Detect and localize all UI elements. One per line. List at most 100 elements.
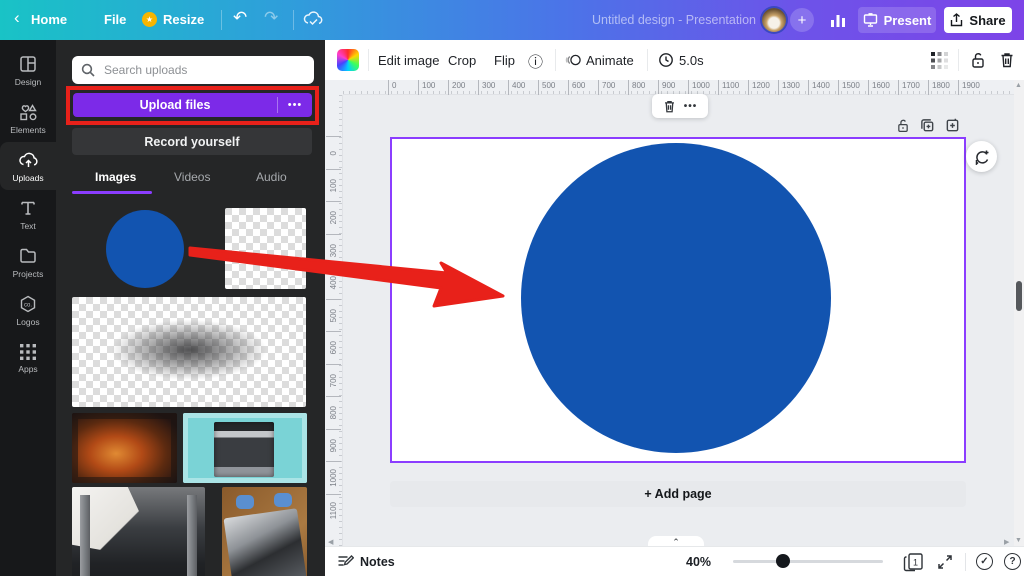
- sidebar-item-apps[interactable]: Apps: [0, 334, 56, 382]
- status-check-icon[interactable]: ✓: [976, 553, 993, 570]
- uploads-cloud-icon: [18, 150, 39, 170]
- upload-files-button[interactable]: Upload files •••: [73, 93, 312, 117]
- uploads-panel: Upload files ••• Record yourself Images …: [56, 40, 325, 576]
- insights-chart-icon[interactable]: [829, 11, 847, 29]
- duplicate-page-icon[interactable]: [920, 118, 935, 133]
- animate-button[interactable]: Animate: [586, 53, 634, 68]
- oven-rail: [187, 495, 197, 576]
- design-page[interactable]: [390, 137, 966, 463]
- divider: [647, 49, 648, 71]
- more-options-icon[interactable]: •••: [684, 101, 698, 112]
- resize-button[interactable]: Resize: [163, 12, 204, 27]
- present-button[interactable]: Present: [858, 7, 936, 33]
- sidebar-item-design[interactable]: Design: [0, 46, 56, 94]
- pages-indicator[interactable]: 1: [903, 552, 924, 572]
- lock-page-icon[interactable]: [896, 118, 910, 133]
- thumbnail-oven-cleaning-photo[interactable]: [72, 487, 205, 576]
- search-uploads-box[interactable]: [72, 56, 314, 84]
- scroll-right-icon[interactable]: ▶: [1004, 538, 1009, 546]
- thumbnail-blue-circle[interactable]: [106, 210, 184, 288]
- undo-icon[interactable]: ↶: [233, 8, 247, 28]
- scroll-up-icon[interactable]: ▲: [1015, 82, 1022, 89]
- position-transparency-icon[interactable]: [931, 52, 948, 69]
- upload-more-options-icon[interactable]: •••: [278, 99, 312, 111]
- divider: [555, 49, 556, 71]
- share-button[interactable]: Share: [944, 7, 1012, 33]
- tab-images[interactable]: Images: [95, 170, 136, 184]
- vertical-ruler-labels: 010020030040050060070080090010001100: [326, 136, 341, 526]
- sidebar-item-label: Text: [20, 221, 36, 231]
- home-button[interactable]: Home: [31, 12, 67, 27]
- ruler-label: 1600: [868, 80, 898, 95]
- tab-audio[interactable]: Audio: [256, 170, 287, 184]
- vertical-scrollbar-thumb[interactable]: [1016, 281, 1022, 311]
- crop-button[interactable]: Crop: [448, 53, 476, 68]
- ruler-label: 200: [448, 80, 478, 95]
- zoom-slider-knob[interactable]: [776, 554, 790, 568]
- add-page-icon[interactable]: [945, 118, 960, 133]
- page-number: 1: [913, 558, 918, 568]
- sidebar-item-projects[interactable]: Projects: [0, 238, 56, 286]
- ruler-label: 400: [508, 80, 538, 95]
- ruler-label: 1900: [958, 80, 988, 95]
- vertical-scrollbar[interactable]: ▲ ▼: [1014, 80, 1024, 546]
- sidebar-item-uploads[interactable]: Uploads: [0, 142, 56, 190]
- file-menu-button[interactable]: File: [104, 12, 126, 27]
- ruler-label: 300: [326, 234, 341, 267]
- ruler-label: 1800: [928, 80, 958, 95]
- flip-button[interactable]: Flip: [494, 53, 515, 68]
- sidebar-item-label: Elements: [10, 125, 45, 135]
- delete-element-icon[interactable]: [663, 99, 676, 114]
- help-button[interactable]: ?: [1004, 553, 1021, 570]
- thumbnail-shadow-image[interactable]: [72, 297, 306, 407]
- duration-button[interactable]: 5.0s: [679, 53, 704, 68]
- notes-button[interactable]: Notes: [360, 555, 395, 569]
- color-swatch-button[interactable]: [337, 49, 359, 71]
- search-uploads-input[interactable]: [102, 62, 305, 78]
- zoom-slider-track[interactable]: [733, 560, 883, 563]
- add-member-button[interactable]: +: [790, 8, 814, 32]
- edit-image-button[interactable]: Edit image: [378, 53, 439, 68]
- scroll-left-icon[interactable]: ◀: [328, 538, 333, 546]
- ruler-label: 1100: [326, 494, 341, 527]
- design-title[interactable]: Untitled design - Presentation: [592, 13, 756, 27]
- blue-circle-element[interactable]: [521, 143, 831, 453]
- bottom-bar: Notes 40% 1 ✓ ?: [325, 546, 1024, 576]
- ruler-label: 1700: [898, 80, 928, 95]
- thumbnail-oven-door-photo[interactable]: [222, 487, 307, 576]
- info-icon[interactable]: ⓘ: [528, 51, 543, 72]
- sidebar-item-logos[interactable]: co. Logos: [0, 286, 56, 334]
- thumbnail-oven-roast-photo[interactable]: [72, 413, 177, 483]
- elements-shapes-icon: [18, 102, 38, 122]
- notes-icon: [337, 554, 354, 570]
- tab-videos[interactable]: Videos: [174, 170, 210, 184]
- scroll-down-icon[interactable]: ▼: [1015, 537, 1022, 544]
- ruler-label: 500: [326, 299, 341, 332]
- present-label: Present: [884, 13, 932, 28]
- design-icon: [18, 54, 38, 74]
- active-tab-underline: [72, 191, 152, 194]
- ruler-label: 1000: [326, 461, 341, 494]
- search-icon: [81, 63, 95, 77]
- add-comment-button[interactable]: [966, 141, 997, 172]
- ruler-label: 0: [326, 136, 341, 169]
- back-chevron-icon[interactable]: ‹: [14, 8, 20, 28]
- animate-icon: [565, 52, 582, 68]
- delete-icon[interactable]: [999, 51, 1015, 69]
- fullscreen-icon[interactable]: [937, 554, 953, 570]
- avatar[interactable]: [762, 8, 786, 32]
- sidebar-item-elements[interactable]: Elements: [0, 94, 56, 142]
- add-page-button[interactable]: + Add page: [390, 481, 966, 507]
- page-controls: [896, 118, 960, 133]
- divider: [965, 553, 966, 571]
- redo-icon[interactable]: ↷: [264, 8, 278, 28]
- record-yourself-button[interactable]: Record yourself: [72, 128, 312, 155]
- cloud-saved-icon: [303, 10, 324, 29]
- element-mini-toolbar: •••: [652, 94, 708, 118]
- thumbnail-oven-product-selected[interactable]: [183, 413, 307, 483]
- zoom-value-label[interactable]: 40%: [686, 555, 711, 569]
- thumbnail-transparent-square[interactable]: [225, 208, 306, 289]
- sidebar-item-text[interactable]: Text: [0, 190, 56, 238]
- ruler-label: 100: [418, 80, 448, 95]
- unlock-icon[interactable]: [970, 51, 986, 69]
